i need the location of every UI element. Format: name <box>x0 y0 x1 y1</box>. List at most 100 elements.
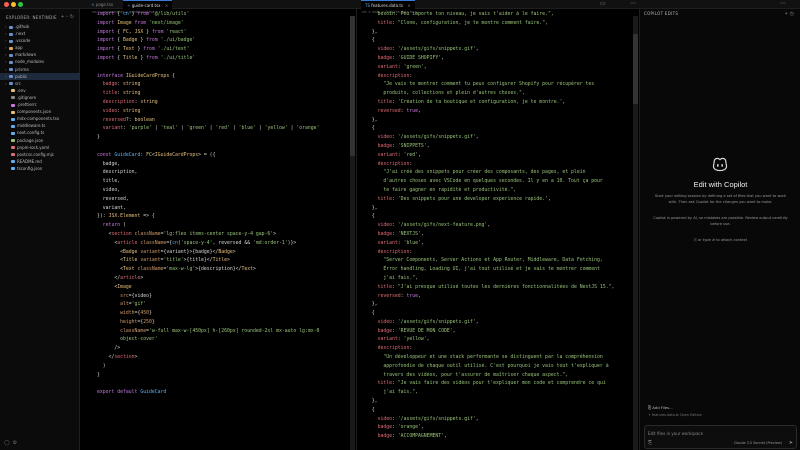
send-icon[interactable]: ➤ <box>789 440 793 446</box>
editor-right-scrollbar[interactable] <box>633 16 638 450</box>
code-line: Error handling, Loading UI, j'ai tout ut… <box>366 266 632 275</box>
tab-features-data-ts[interactable]: TS features.data.ts × <box>361 0 415 9</box>
code-token: section <box>114 355 135 361</box>
tree-item-label: pnpm-lock.yaml <box>17 144 50 150</box>
tree-file[interactable]: components.json <box>0 108 80 115</box>
code-token: Badge <box>123 249 138 255</box>
close-window-button[interactable] <box>4 2 9 7</box>
code-line: title: "J'ai presque utilisé toutes les … <box>366 284 632 293</box>
copilot-prompt-input[interactable] <box>648 429 788 437</box>
tree-file[interactable]: package.json <box>0 137 80 144</box>
code-line: "Server Components, Server Actions et Ap… <box>366 257 632 266</box>
code-editor-right[interactable]: besoin. Peu importe ton niveau, je vais … <box>366 11 632 450</box>
code-token: < <box>97 240 118 246</box>
model-picker[interactable]: Claude 3.5 Sonnet (Preview) <box>734 441 782 445</box>
close-tab-icon[interactable]: × <box>407 3 410 8</box>
tree-file[interactable]: .gitignore <box>0 94 80 101</box>
code-token: 'title' <box>163 258 184 264</box>
file-icon <box>11 131 15 135</box>
suggested-file[interactable]: + features.data.ts Open Editors <box>648 413 702 417</box>
code-token: return <box>102 223 121 229</box>
tab-guide-card-tsx[interactable]: ⚛ guide-card.tsx × <box>123 0 173 9</box>
code-token: >{title}</ <box>183 258 213 264</box>
code-line: d'autres choses avec VSCode en quelques … <box>366 178 632 187</box>
tree-file[interactable]: postcss.config.mjs <box>0 151 80 158</box>
code-token: 'red' <box>215 126 230 132</box>
tree-folder[interactable]: › public <box>0 72 80 80</box>
editor-split-divider[interactable] <box>356 9 357 450</box>
code-line: title, <box>97 178 353 187</box>
tree-file[interactable]: next.config.ts <box>0 129 80 136</box>
tree-file[interactable]: mdx-components.tsx <box>0 115 80 122</box>
code-token: 'next/image' <box>146 20 184 26</box>
tree-file[interactable]: tsconfig.json <box>0 165 80 172</box>
code-token: description <box>377 73 410 79</box>
code-token: section <box>111 231 132 237</box>
code-token: 'NEXTJS' <box>397 231 421 237</box>
code-token: '/assets/gifs/next-feature.png' <box>397 223 488 229</box>
code-editor-left[interactable]: import { cn } from '@/lib/utils' import I… <box>97 11 353 450</box>
code-token: 'purple' <box>128 126 152 132</box>
editor-left-scrollbar[interactable] <box>350 16 355 450</box>
code-line: badge: 'NEXTJS', <box>366 231 632 240</box>
code-token: className <box>131 231 161 237</box>
account-icon[interactable]: ◯ <box>4 440 13 446</box>
tree-folder[interactable]: › markdown <box>0 51 80 58</box>
code-line: ) <box>97 363 353 372</box>
tree-folder[interactable]: › .github <box>0 23 80 30</box>
code-line: description, <box>97 169 353 178</box>
code-line: } <box>97 372 353 381</box>
code-line: return ( <box>97 222 353 231</box>
tree-file[interactable]: README.md <box>0 158 80 165</box>
tab-page-tsx[interactable]: ⚛ page.tsx <box>91 0 113 9</box>
code-token: ={variant}>{badge}</ <box>160 249 219 255</box>
code-token: : <box>409 249 413 255</box>
code-token: > <box>134 355 138 361</box>
code-token: badge <box>377 143 393 149</box>
code-token: from <box>146 55 158 61</box>
code-token: , <box>547 196 551 202</box>
code-token: 'Des snippets pour une developer experie… <box>397 196 548 202</box>
explorer-actions: +▫↻ <box>61 14 76 20</box>
code-line: variant: 'purple' | 'teal' | 'green' | '… <box>97 125 353 134</box>
tree-folder[interactable]: › node_modules <box>0 58 80 65</box>
tree-file[interactable]: .env <box>0 87 80 94</box>
code-token: }, <box>366 205 378 211</box>
code-line: }, <box>366 29 632 38</box>
tree-folder[interactable]: › src <box>0 80 80 87</box>
minimize-window-button[interactable] <box>11 2 16 7</box>
code-token: }, <box>366 399 378 405</box>
code-token: : <box>409 346 413 352</box>
code-line: { <box>366 310 632 319</box>
add-files-button[interactable]: ⎘ Add Files... <box>648 405 673 410</box>
settings-gear-icon[interactable]: ⚙ <box>13 440 20 446</box>
attach-icon[interactable]: ⎘ <box>648 440 652 446</box>
code-token: 'md:order-1' <box>253 240 288 246</box>
tree-folder[interactable]: › app <box>0 44 80 51</box>
code-line: reversed: true, <box>366 293 632 302</box>
tree-file[interactable]: middleware.ts <box>0 122 80 129</box>
scroll-thumb[interactable] <box>350 16 355 156</box>
tree-folder[interactable]: › .next <box>0 30 80 37</box>
tree-item-label: .next <box>15 31 26 37</box>
code-token: badge <box>377 328 393 334</box>
copilot-more-icon[interactable]: ⋯ <box>780 1 786 8</box>
tree-item-label: package.json <box>17 137 44 143</box>
refresh-icon[interactable]: ↻ <box>70 14 76 20</box>
code-token: description <box>377 249 410 255</box>
tree-file[interactable]: pnpm-lock.yaml <box>0 144 80 151</box>
close-tab-icon[interactable]: × <box>165 3 168 8</box>
scroll-thumb[interactable] <box>633 34 638 104</box>
tree-folder[interactable]: › prisma <box>0 66 80 73</box>
sidebar-footer: ◯⚙ <box>4 440 20 446</box>
history-icon[interactable]: ◷ <box>790 11 796 17</box>
tree-file[interactable]: .prettierrc <box>0 101 80 108</box>
explorer-title: EXPLORER: NEXTINDIE <box>6 15 57 20</box>
tree-folder[interactable]: › .vscode <box>0 37 80 44</box>
code-token: 'GUIDE SHOPIFY' <box>397 55 442 61</box>
maximize-window-button[interactable] <box>18 2 23 7</box>
